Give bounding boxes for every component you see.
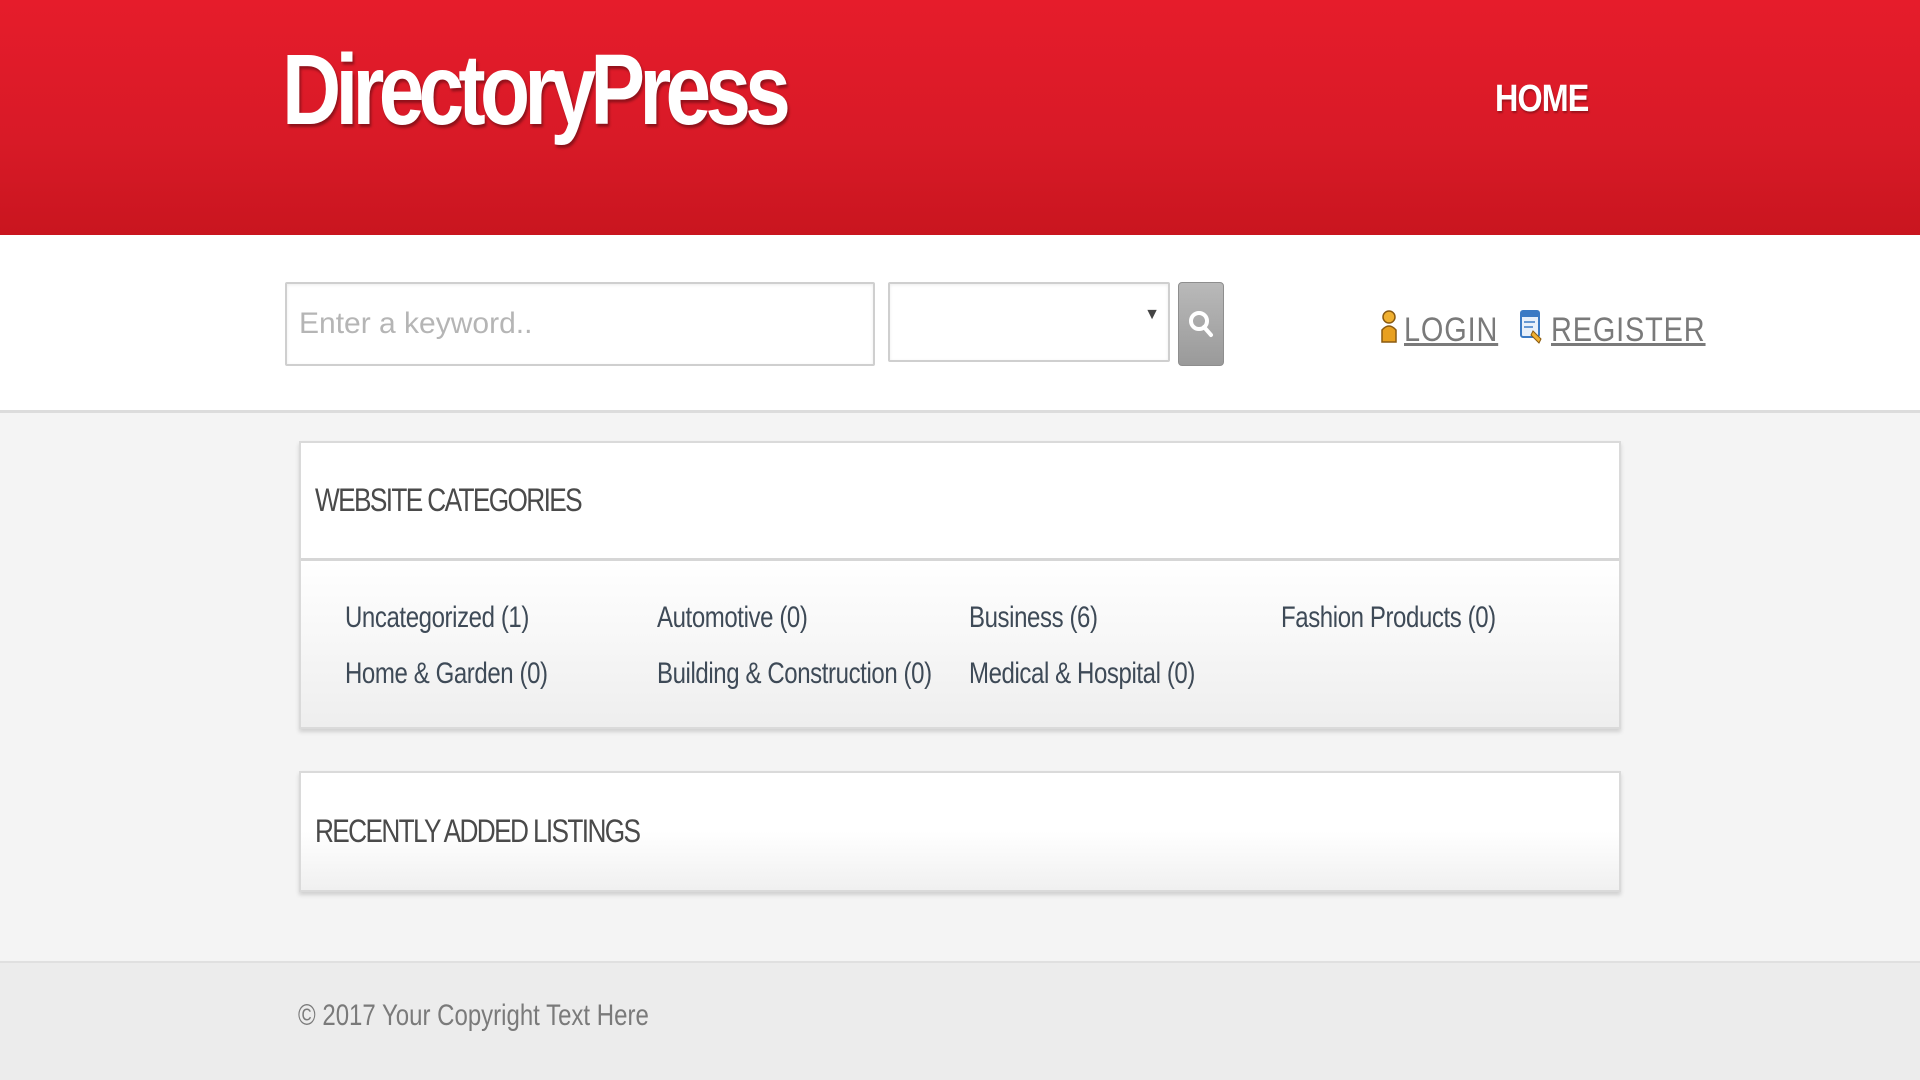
- category-link-building-construction[interactable]: Building & Construction (0): [657, 657, 932, 691]
- keyword-search-input[interactable]: [285, 282, 875, 366]
- caret-down-icon: ▼: [1144, 306, 1160, 323]
- category-link-home-garden[interactable]: Home & Garden (0): [345, 657, 548, 691]
- category-link-fashion-products[interactable]: Fashion Products (0): [1281, 601, 1496, 635]
- site-logo[interactable]: DirectoryPress: [282, 30, 791, 150]
- category-link-automotive[interactable]: Automotive (0): [657, 601, 808, 635]
- search-icon: [1189, 311, 1213, 337]
- recent-listings-panel: RECENTLY ADDED LISTINGS: [299, 771, 1621, 892]
- register-icon: [1519, 307, 1545, 354]
- site-header: DirectoryPress HOME: [0, 0, 1920, 235]
- categories-grid: Uncategorized (1) Automotive (0) Busines…: [301, 561, 1619, 727]
- register-link[interactable]: REGISTER: [1551, 311, 1706, 350]
- categories-panel-header: WEBSITE CATEGORIES: [301, 443, 1619, 561]
- site-footer: © 2017 Your Copyright Text Here: [0, 961, 1920, 1080]
- user-icon: [1380, 308, 1398, 353]
- search-button[interactable]: [1178, 282, 1224, 366]
- category-link-medical-hospital[interactable]: Medical & Hospital (0): [969, 657, 1195, 691]
- search-bar: ▼ LOGIN REGISTER: [0, 235, 1920, 413]
- copyright-text: © 2017 Your Copyright Text Here: [298, 999, 649, 1032]
- categories-panel-title: WEBSITE CATEGORIES: [315, 482, 583, 518]
- category-link-uncategorized[interactable]: Uncategorized (1): [345, 601, 529, 635]
- recent-listings-panel-header: RECENTLY ADDED LISTINGS: [301, 773, 1619, 890]
- category-select[interactable]: ▼: [888, 282, 1170, 362]
- category-link-business[interactable]: Business (6): [969, 601, 1098, 635]
- login-link[interactable]: LOGIN: [1404, 311, 1498, 350]
- categories-panel: WEBSITE CATEGORIES Uncategorized (1) Aut…: [299, 441, 1621, 729]
- auth-links: LOGIN REGISTER: [1380, 307, 1733, 354]
- recent-listings-panel-title: RECENTLY ADDED LISTINGS: [315, 813, 641, 849]
- nav-home-link[interactable]: HOME: [1495, 78, 1589, 121]
